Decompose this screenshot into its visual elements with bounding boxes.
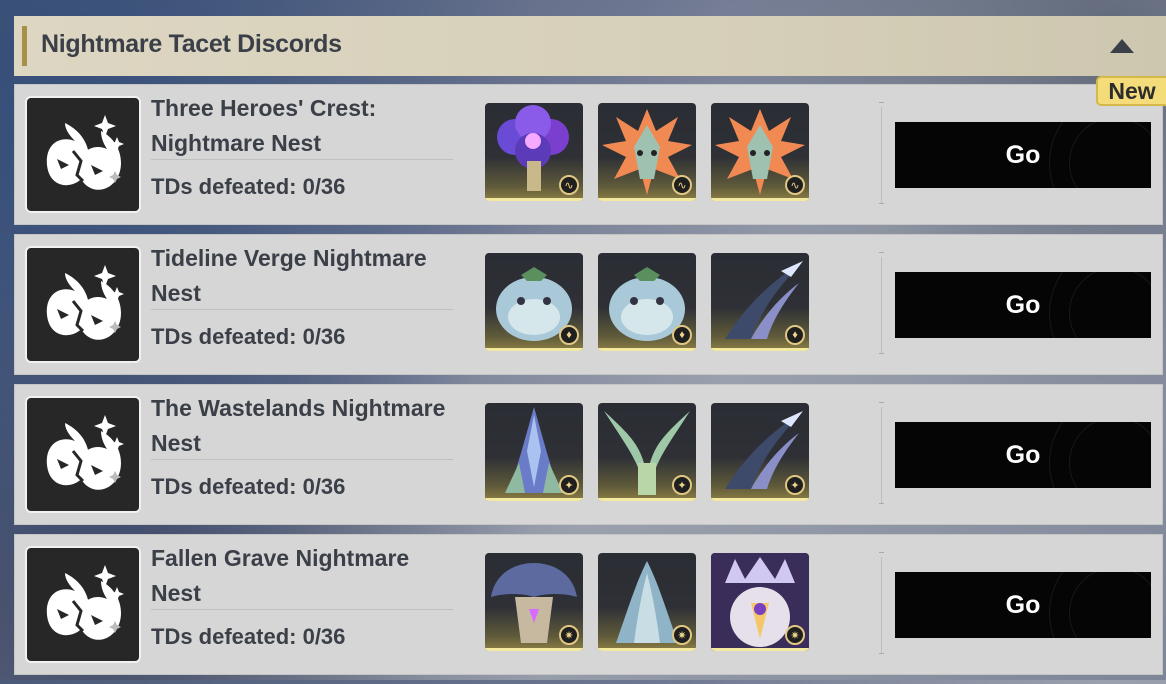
pufferfish-monster-icon[interactable]: ♦ — [598, 253, 696, 351]
nest-card: Fallen Grave Nightmare Nest TDs defeated:… — [14, 534, 1163, 675]
go-button[interactable]: Go — [895, 572, 1151, 638]
nest-list: Three Heroes' Crest: Nightmare Nest TDs d… — [14, 84, 1163, 684]
havoc-element-icon: ✷ — [559, 625, 579, 645]
nest-name: Tideline Verge Nightmare Nest — [151, 245, 427, 306]
nest-name: Fallen Grave Nightmare Nest — [151, 545, 410, 606]
divider — [151, 309, 453, 310]
vertical-divider — [879, 102, 884, 204]
tacet-discord-emblem-icon — [25, 546, 141, 663]
nest-name: The Wastelands Nightmare Nest — [151, 395, 446, 456]
go-button-label: Go — [1005, 440, 1041, 469]
crystal-spire-monster-icon[interactable]: ✦ — [485, 403, 583, 501]
tacet-discord-emblem-icon — [25, 396, 141, 513]
nest-card: The Wastelands Nightmare Nest TDs defeate… — [14, 384, 1163, 525]
nest-progress: TDs defeated: 0/36 — [151, 624, 346, 649]
go-button-label: Go — [1005, 140, 1041, 169]
new-badge: New — [1096, 76, 1166, 106]
enemy-list: ✦ ✦ ✦ — [485, 403, 809, 501]
spiked-dragon-monster-icon[interactable]: ∿ — [711, 103, 809, 201]
spectro-element-icon: ✦ — [785, 475, 805, 495]
nest-card: Tideline Verge Nightmare Nest TDs defeate… — [14, 234, 1163, 375]
tacet-discord-emblem-icon — [25, 96, 141, 213]
fusion-element-icon: ♦ — [559, 325, 579, 345]
nest-progress: TDs defeated: 0/36 — [151, 474, 346, 499]
hooded-spire-monster-icon[interactable]: ✷ — [598, 553, 696, 651]
go-button-label: Go — [1005, 290, 1041, 319]
triangle-up-icon[interactable] — [1110, 39, 1134, 53]
horned-plant-monster-icon[interactable]: ✦ — [598, 403, 696, 501]
nest-progress: TDs defeated: 0/36 — [151, 324, 346, 349]
nest-card: Three Heroes' Crest: Nightmare Nest TDs d… — [14, 84, 1163, 225]
fusion-element-icon: ♦ — [672, 325, 692, 345]
divider — [151, 609, 453, 610]
go-button[interactable]: Go — [895, 272, 1151, 338]
go-button[interactable]: Go — [895, 422, 1151, 488]
spectro-element-icon: ✦ — [559, 475, 579, 495]
spiked-dragon-monster-icon[interactable]: ∿ — [598, 103, 696, 201]
purple-flower-monster-icon[interactable]: ∿ — [485, 103, 583, 201]
scythe-monster-icon[interactable]: ♦ — [711, 253, 809, 351]
section-title: Nightmare Tacet Discords — [41, 30, 342, 58]
fusion-element-icon: ♦ — [785, 325, 805, 345]
spectro-element-icon: ✦ — [672, 475, 692, 495]
go-button-label: Go — [1005, 590, 1041, 619]
aero-element-icon: ∿ — [672, 175, 692, 195]
nest-name: Three Heroes' Crest: Nightmare Nest — [151, 95, 377, 156]
vertical-divider — [879, 402, 884, 504]
pufferfish-monster-icon[interactable]: ♦ — [485, 253, 583, 351]
crowned-boss-monster-icon[interactable]: ✷ — [711, 553, 809, 651]
aero-element-icon: ∿ — [559, 175, 579, 195]
divider — [151, 459, 453, 460]
mushroom-cap-monster-icon[interactable]: ✷ — [485, 553, 583, 651]
scythe-monster-icon[interactable]: ✦ — [711, 403, 809, 501]
enemy-list: ✷ ✷ ✷ — [485, 553, 809, 651]
aero-element-icon: ∿ — [785, 175, 805, 195]
havoc-element-icon: ✷ — [785, 625, 805, 645]
enemy-list: ∿ ∿ ∿ — [485, 103, 809, 201]
havoc-element-icon: ✷ — [672, 625, 692, 645]
enemy-list: ♦ ♦ ♦ — [485, 253, 809, 351]
nest-progress: TDs defeated: 0/36 — [151, 174, 346, 199]
vertical-divider — [879, 252, 884, 354]
header-accent-bar — [22, 26, 27, 66]
tacet-discord-emblem-icon — [25, 246, 141, 363]
section-header[interactable]: Nightmare Tacet Discords — [14, 16, 1166, 76]
go-button[interactable]: Go — [895, 122, 1151, 188]
divider — [151, 159, 453, 160]
vertical-divider — [879, 552, 884, 654]
